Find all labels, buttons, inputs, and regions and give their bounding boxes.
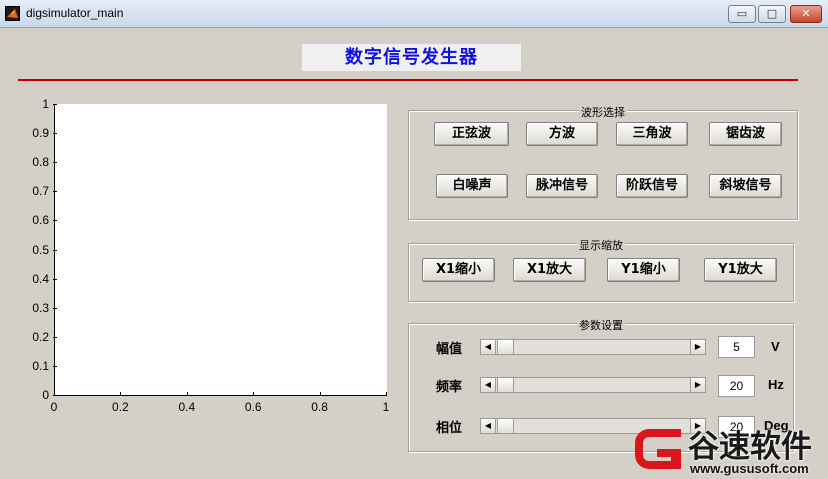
watermark-url: www.gususoft.com: [690, 461, 809, 476]
minimize-icon: ▭: [736, 7, 748, 20]
sawtooth-wave-button[interactable]: 锯齿波: [709, 122, 782, 146]
window-titlebar: digsimulator_main ▭ □ ✕: [0, 0, 828, 28]
amplitude-label: 幅值: [436, 342, 463, 357]
params-panel-title: 参数设置: [577, 319, 625, 332]
slider-thumb[interactable]: [497, 419, 514, 433]
y-axis-tick-label: 0.3: [32, 300, 49, 315]
sine-wave-button[interactable]: 正弦波: [434, 122, 509, 146]
waveform-panel-title: 波形选择: [579, 106, 627, 119]
window-title: digsimulator_main: [26, 6, 124, 20]
ramp-signal-button[interactable]: 斜坡信号: [709, 174, 782, 198]
slider-thumb[interactable]: [497, 378, 514, 392]
x-axis-tick: [253, 392, 255, 396]
amplitude-slider[interactable]: ◀ ▶: [480, 339, 706, 355]
zoom-panel-title: 显示缩放: [577, 239, 625, 252]
x-axis-tick-label: 1: [382, 400, 390, 414]
y-axis-tick-label: 0.5: [32, 242, 49, 257]
x-zoom-in-button[interactable]: X1放大: [513, 258, 586, 282]
x-axis-tick: [120, 392, 122, 396]
y-axis-tick: [53, 162, 57, 164]
y-axis-tick: [53, 365, 57, 367]
plot-axes[interactable]: [54, 104, 387, 396]
x-axis-tick-label: 0.8: [311, 400, 328, 414]
x-axis-tick: [54, 392, 55, 396]
square-wave-button[interactable]: 方波: [526, 122, 598, 146]
frequency-input[interactable]: 20: [718, 375, 755, 397]
gususoft-logo-icon: [631, 423, 685, 475]
y-axis-tick: [53, 249, 57, 251]
amplitude-input[interactable]: 5: [718, 336, 755, 358]
triangle-wave-button[interactable]: 三角波: [616, 122, 688, 146]
x-axis-tick: [186, 392, 188, 396]
y-axis-tick-label: 1: [42, 97, 49, 111]
y-axis-tick: [53, 336, 57, 338]
y-axis-tick: [53, 191, 57, 193]
frequency-label: 频率: [436, 380, 463, 395]
y-zoom-out-button[interactable]: Y1缩小: [607, 258, 680, 282]
frequency-slider[interactable]: ◀ ▶: [480, 377, 706, 393]
watermark-text: 谷速软件: [688, 429, 812, 465]
matlab-app-icon: [5, 6, 20, 21]
x-axis-tick-label: 0: [50, 400, 58, 414]
phase-label: 相位: [436, 421, 463, 436]
slider-thumb[interactable]: [497, 340, 514, 354]
y-zoom-in-button[interactable]: Y1放大: [704, 258, 777, 282]
x-axis-tick-label: 0.4: [178, 400, 196, 414]
x-axis-tick: [386, 392, 387, 396]
heading-divider: [18, 79, 798, 81]
slider-left-arrow-icon[interactable]: ◀: [481, 340, 496, 354]
y-axis-tick: [53, 104, 57, 105]
slider-left-arrow-icon[interactable]: ◀: [481, 419, 496, 433]
x-axis-tick-label: 0.6: [244, 400, 262, 414]
close-icon: ✕: [801, 7, 811, 20]
maximize-button[interactable]: □: [758, 5, 786, 23]
y-axis-tick-label: 0.8: [32, 155, 49, 170]
y-axis-tick-label: 0.4: [32, 271, 49, 286]
amplitude-unit: V: [771, 339, 780, 354]
y-axis-tick-label: 0.6: [32, 213, 49, 228]
y-axis-tick: [53, 278, 57, 280]
y-axis-tick: [53, 307, 57, 309]
y-axis-tick-label: 0.1: [32, 358, 49, 373]
pulse-signal-button[interactable]: 脉冲信号: [526, 174, 598, 198]
slider-right-arrow-icon[interactable]: ▶: [690, 340, 705, 354]
app-heading: 数字信号发生器: [302, 44, 521, 71]
x-axis-tick-label: 0.2: [112, 400, 129, 414]
y-axis-tick-label: 0.7: [32, 184, 49, 199]
y-axis-tick-label: 0.2: [32, 329, 49, 344]
y-axis-tick: [53, 220, 57, 222]
x-axis-tick: [319, 392, 321, 396]
close-button[interactable]: ✕: [790, 5, 822, 23]
y-axis-tick: [53, 133, 57, 135]
white-noise-button[interactable]: 白噪声: [436, 174, 508, 198]
slider-left-arrow-icon[interactable]: ◀: [481, 378, 496, 392]
minimize-button[interactable]: ▭: [728, 5, 756, 23]
step-signal-button[interactable]: 阶跃信号: [616, 174, 688, 198]
maximize-icon: □: [766, 7, 778, 20]
frequency-unit: Hz: [768, 377, 784, 392]
y-axis-tick-label: 0.9: [32, 126, 49, 141]
x-zoom-out-button[interactable]: X1缩小: [422, 258, 495, 282]
slider-right-arrow-icon[interactable]: ▶: [690, 378, 705, 392]
